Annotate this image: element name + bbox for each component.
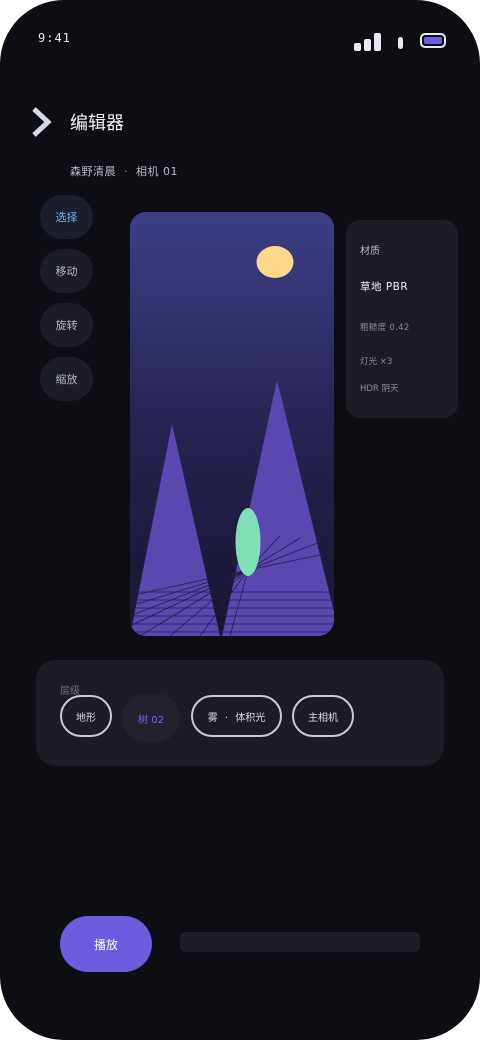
properties-panel: 材质 草地 PBR 粗糙度 0.42 灯光 ×3 HDR 阴天 (346, 220, 458, 418)
layer-chip-label: 雾 · 体积光 (207, 712, 266, 724)
material-value[interactable]: 草地 PBR (360, 279, 408, 294)
chevron-right-icon[interactable] (30, 106, 54, 138)
timeline-scrubber[interactable] (180, 932, 420, 952)
layer-chip-tree[interactable]: 树 02 (122, 694, 180, 742)
tool-scale-label: 缩放 (55, 373, 78, 386)
wifi-icon (398, 37, 403, 49)
tool-move-button[interactable]: 移动 (40, 249, 93, 293)
signal-icon (354, 31, 384, 51)
properties-title: 材质 (360, 246, 380, 257)
tool-rotate-label: 旋转 (55, 319, 78, 332)
layer-chip-fog[interactable]: 雾 · 体积光 (191, 695, 282, 737)
breadcrumb-camera[interactable]: 相机 01 (136, 165, 178, 178)
layer-chip-label: 树 02 (138, 714, 164, 726)
status-icons (354, 31, 446, 53)
breadcrumb-scene[interactable]: 森野清晨 (70, 165, 116, 178)
scene-viewport[interactable] (130, 212, 334, 636)
layer-chip-terrain[interactable]: 地形 (60, 695, 112, 737)
play-button[interactable]: 播放 (60, 916, 152, 972)
breadcrumb: 森野清晨 · 相机 01 (70, 163, 178, 179)
tree-shape (235, 508, 261, 576)
roughness-value[interactable]: 粗糙度 0.42 (360, 321, 410, 333)
tool-scale-button[interactable]: 缩放 (40, 357, 93, 401)
layer-chip-label: 主相机 (308, 712, 338, 724)
tool-select-label: 选择 (55, 211, 78, 224)
page-title: 编辑器 (70, 113, 124, 134)
battery-icon (420, 33, 446, 48)
layer-chip-camera[interactable]: 主相机 (292, 695, 354, 737)
breadcrumb-separator: · (124, 165, 128, 178)
tool-select-button[interactable]: 选择 (40, 195, 93, 239)
tool-rotate-button[interactable]: 旋转 (40, 303, 93, 347)
hdr-environment[interactable]: HDR 阴天 (360, 382, 399, 394)
play-label: 播放 (93, 937, 118, 952)
light-count[interactable]: 灯光 ×3 (360, 355, 392, 367)
status-time: 9:41 (38, 31, 71, 45)
moon-shape (256, 246, 294, 278)
phone-screen: 9:41 编辑器 森野清晨 · 相机 01 选择 移动 旋转 缩放 材质 草地 … (0, 0, 480, 1040)
layer-chip-label: 地形 (76, 712, 96, 724)
layers-panel: 层级 地形 树 02 雾 · 体积光 主相机 (36, 660, 444, 766)
tool-move-label: 移动 (55, 265, 78, 278)
